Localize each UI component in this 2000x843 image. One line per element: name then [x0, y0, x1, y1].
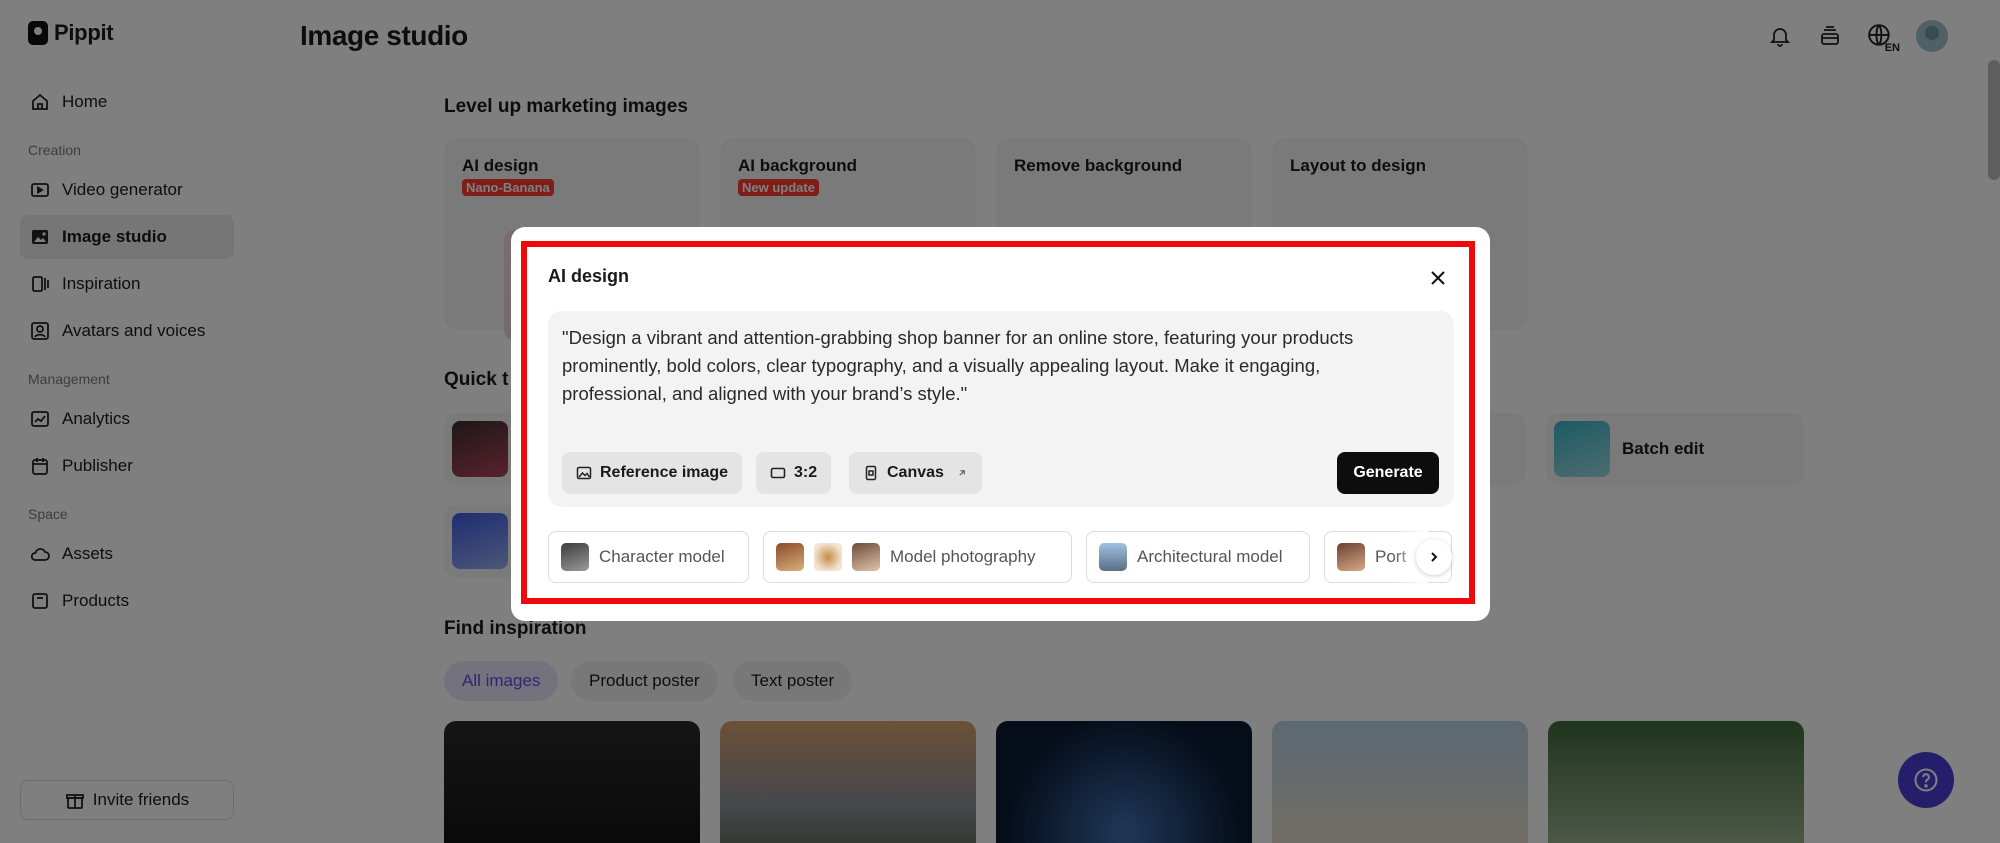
dialog-title: AI design — [548, 266, 630, 286]
preset-thumbnail — [1337, 543, 1365, 571]
reference-image-button[interactable]: Reference image — [562, 452, 743, 494]
close-icon[interactable] — [1426, 266, 1450, 290]
prompt-text[interactable]: "Design a vibrant and attention-grabbing… — [562, 324, 1422, 408]
preset-label: Model photography — [890, 547, 1036, 566]
preset-thumbnail — [814, 543, 842, 571]
generate-button[interactable]: Generate — [1337, 452, 1439, 494]
preset-thumbnail — [1099, 543, 1127, 571]
preset-thumbnail — [776, 543, 804, 571]
preset-character-model[interactable]: Character model — [548, 531, 749, 583]
canvas-label: Canvas — [887, 464, 944, 481]
preset-thumbnail — [561, 543, 589, 571]
preset-label: Character model — [599, 547, 725, 566]
canvas-button[interactable]: Canvas — [849, 452, 982, 494]
aspect-ratio-icon — [770, 467, 786, 479]
aspect-ratio-button[interactable]: 3:2 — [756, 452, 832, 494]
image-icon — [576, 466, 592, 480]
canvas-icon — [865, 465, 877, 481]
reference-image-label: Reference image — [600, 464, 729, 481]
chevron-right-icon[interactable] — [1416, 539, 1452, 575]
preset-model-photography[interactable]: Model photography — [763, 531, 1072, 583]
preset-architectural-model[interactable]: Architectural model — [1086, 531, 1310, 583]
external-link-icon — [959, 470, 965, 476]
preset-label: Architectural model — [1137, 547, 1283, 566]
preset-thumbnail — [852, 543, 880, 571]
aspect-ratio-label: 3:2 — [794, 464, 818, 481]
